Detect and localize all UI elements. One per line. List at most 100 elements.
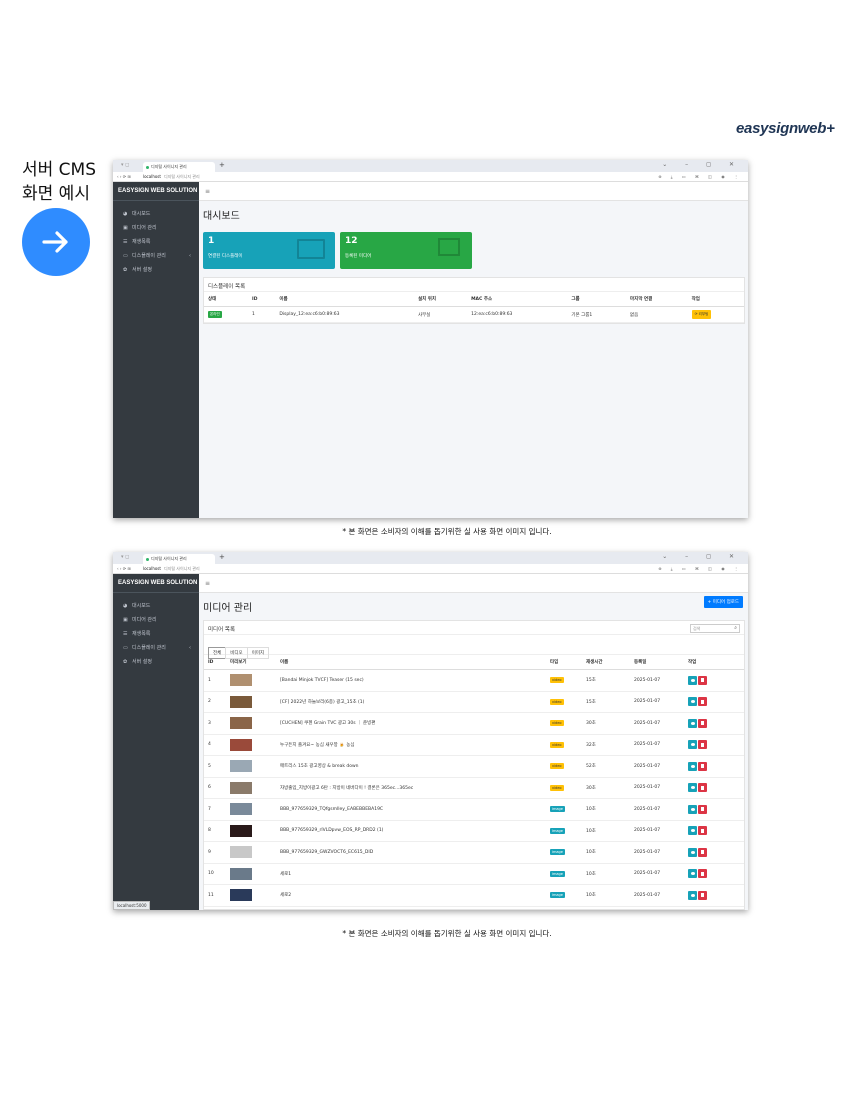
delete-button[interactable] bbox=[698, 847, 707, 857]
status-url-tooltip: localhost:5000 bbox=[113, 901, 151, 910]
view-button[interactable] bbox=[688, 740, 697, 750]
media-table: ID 미리보기 이름 타입 재생시간 등록일 작업 1 [Bandai Minjo… bbox=[204, 655, 744, 907]
view-button[interactable] bbox=[688, 675, 697, 685]
panel-header: 미디어 목록 검색 ⌕ bbox=[204, 621, 744, 635]
page-title: 대시보드 bbox=[203, 211, 240, 222]
browser-tab[interactable]: 디지털 사이니지 관리 bbox=[143, 554, 215, 564]
gear-icon: ✿ bbox=[123, 267, 128, 273]
delete-button[interactable] bbox=[698, 761, 707, 771]
upload-media-button[interactable]: + 미디어 업로드 bbox=[703, 596, 743, 608]
address-bar[interactable]: ‹ › ⟳ ⊞ localhost 디지털 사이니지 관리 ⊕ ⤓ ▭ ⌘ ◫ ◉… bbox=[113, 564, 748, 574]
sidebar-item-dashboard[interactable]: ◕ 대시보드 bbox=[113, 207, 199, 221]
delete-button[interactable] bbox=[698, 869, 707, 879]
sidebar-item-settings[interactable]: ✿ 서버 설정 bbox=[113, 263, 199, 277]
trash-icon bbox=[701, 807, 704, 812]
view-button[interactable] bbox=[688, 783, 697, 793]
new-tab-icon[interactable]: + bbox=[219, 553, 225, 561]
cell-date: 2025-01-07 bbox=[630, 669, 684, 692]
new-tab-icon[interactable]: + bbox=[219, 161, 225, 169]
window-controls[interactable]: ⌄ – ◻ ✕ bbox=[662, 161, 742, 168]
media-screenshot: ▾ ◻ 디지털 사이니지 관리 + ⌄ – ◻ ✕ ‹ › ⟳ ⊞ localh… bbox=[113, 552, 748, 910]
browser-tab-bar: ▾ ◻ 디지털 사이니지 관리 + ⌄ – ◻ ✕ bbox=[113, 160, 748, 172]
cell-date: 2025-01-07 bbox=[630, 691, 684, 713]
delete-button[interactable] bbox=[698, 675, 707, 685]
window-controls[interactable]: ⌄ – ◻ ✕ bbox=[662, 553, 742, 560]
tab-all[interactable]: 전체 bbox=[208, 647, 227, 659]
sidebar-item-dashboard[interactable]: ◕ 대시보드 bbox=[113, 599, 199, 613]
view-button[interactable] bbox=[688, 826, 697, 836]
browser-tab[interactable]: 디지털 사이니지 관리 bbox=[143, 162, 215, 172]
delete-button[interactable] bbox=[698, 697, 707, 707]
cell-group: 기본 그룹1 bbox=[567, 306, 627, 323]
delete-button[interactable] bbox=[698, 826, 707, 836]
col-header: 이름 bbox=[275, 292, 414, 307]
delete-button[interactable] bbox=[698, 740, 707, 750]
browser-tools-icons[interactable]: ⊕ ⤓ ▭ ⌘ ◫ ◉ ⋮ bbox=[658, 564, 742, 574]
cell-duration: 10초 bbox=[582, 863, 630, 885]
media-thumbnail bbox=[230, 760, 252, 773]
address-bar[interactable]: ‹ › ⟳ ⊞ localhost 디지털 사이니지 관리 ⊕ ⤓ ▭ ⌘ ◫ ◉… bbox=[113, 172, 748, 182]
sidebar-item-display[interactable]: ▭ 디스플레이 관리 ‹ bbox=[113, 249, 199, 263]
delete-button[interactable] bbox=[698, 890, 707, 900]
reboot-button[interactable]: ⟳ 리부팅 bbox=[691, 310, 712, 319]
cell-id: 8 bbox=[204, 820, 226, 842]
col-header: 상태 bbox=[204, 292, 249, 307]
sidebar-item-label: 미디어 관리 bbox=[132, 617, 157, 623]
view-button[interactable] bbox=[688, 869, 697, 879]
browser-nav-glyphs: ▾ ◻ bbox=[121, 162, 130, 168]
sidebar-item-settings[interactable]: ✿ 서버 설정 bbox=[113, 655, 199, 669]
cell-date: 2025-01-07 bbox=[630, 884, 684, 907]
cell-date: 2025-01-07 bbox=[630, 734, 684, 756]
browser-tools-icons[interactable]: ⊕ ⤓ ▭ ⌘ ◫ ◉ ⋮ bbox=[658, 172, 742, 182]
eye-icon bbox=[690, 743, 695, 747]
cell-name: 자방출입_지방이광고 6탄 : 지방이 네버다이 ! 결론은 365ec...3… bbox=[276, 777, 546, 799]
sidebar-item-label: 재생목록 bbox=[132, 239, 151, 245]
cell-duration: 10초 bbox=[582, 841, 630, 864]
sidebar-item-playlist[interactable]: ☰ 재생목록 bbox=[113, 627, 199, 641]
delete-button[interactable] bbox=[698, 718, 707, 728]
sidebar-item-media[interactable]: ▣ 미디어 관리 bbox=[113, 221, 199, 235]
tab-image[interactable]: 이미지 bbox=[246, 647, 270, 659]
table-row: 온라인 1 Display_12:ea:c6:b0:89:63 사무실 12:e… bbox=[204, 306, 744, 323]
eye-icon bbox=[690, 850, 695, 854]
type-badge: video bbox=[550, 720, 564, 727]
table-row: 4 누구든지 즐겨요~ 농심 새우깡 🍺 농심 video 32초 2025-01-07 bbox=[204, 734, 744, 756]
nav-buttons[interactable]: ‹ › ⟳ ⊞ bbox=[117, 566, 131, 571]
tab-favicon-icon bbox=[146, 557, 149, 561]
trash-icon bbox=[701, 828, 704, 833]
search-input[interactable]: 검색 ⌕ bbox=[690, 624, 740, 633]
search-placeholder: 검색 bbox=[693, 626, 701, 631]
view-button[interactable] bbox=[688, 804, 697, 814]
trash-icon bbox=[701, 871, 704, 876]
sidebar-item-display[interactable]: ▭ 디스플레이 관리 ‹ bbox=[113, 641, 199, 655]
stat-label: 연결된 디스플레이 bbox=[208, 254, 243, 259]
table-row: 9 BBB_977659329_GWZVOCT6_EC615_DID image 10… bbox=[204, 841, 744, 864]
sidebar-item-media[interactable]: ▣ 미디어 관리 bbox=[113, 613, 199, 627]
type-badge: image bbox=[550, 892, 565, 899]
col-header: ID bbox=[248, 292, 276, 307]
eye-icon bbox=[690, 893, 695, 897]
delete-button[interactable] bbox=[698, 783, 707, 793]
view-button[interactable] bbox=[688, 890, 697, 900]
sidebar-item-playlist[interactable]: ☰ 재생목록 bbox=[113, 235, 199, 249]
brand-logo: easysignweb+ bbox=[736, 120, 835, 137]
hamburger-icon[interactable]: ≡ bbox=[199, 574, 748, 593]
view-button[interactable] bbox=[688, 718, 697, 728]
eye-icon bbox=[690, 721, 695, 725]
hamburger-icon[interactable]: ≡ bbox=[199, 182, 748, 201]
tab-video[interactable]: 비디오 bbox=[225, 647, 248, 659]
cell-id: 3 bbox=[204, 712, 226, 735]
sidebar-item-label: 디스플레이 관리 bbox=[132, 645, 166, 651]
cell-id: 5 bbox=[204, 755, 226, 778]
delete-button[interactable] bbox=[698, 804, 707, 814]
url-title: 디지털 사이니지 관리 bbox=[163, 174, 200, 179]
view-button[interactable] bbox=[688, 697, 697, 707]
search-icon: ⌕ bbox=[734, 625, 737, 631]
view-button[interactable] bbox=[688, 761, 697, 771]
cell-name: 세로1 bbox=[276, 863, 546, 885]
nav-buttons[interactable]: ‹ › ⟳ ⊞ bbox=[117, 174, 131, 179]
media-filter-tabs: 전체 비디오 이미지 bbox=[204, 635, 744, 659]
cell-id: 7 bbox=[204, 798, 226, 821]
col-header: 타입 bbox=[546, 655, 582, 670]
view-button[interactable] bbox=[688, 847, 697, 857]
